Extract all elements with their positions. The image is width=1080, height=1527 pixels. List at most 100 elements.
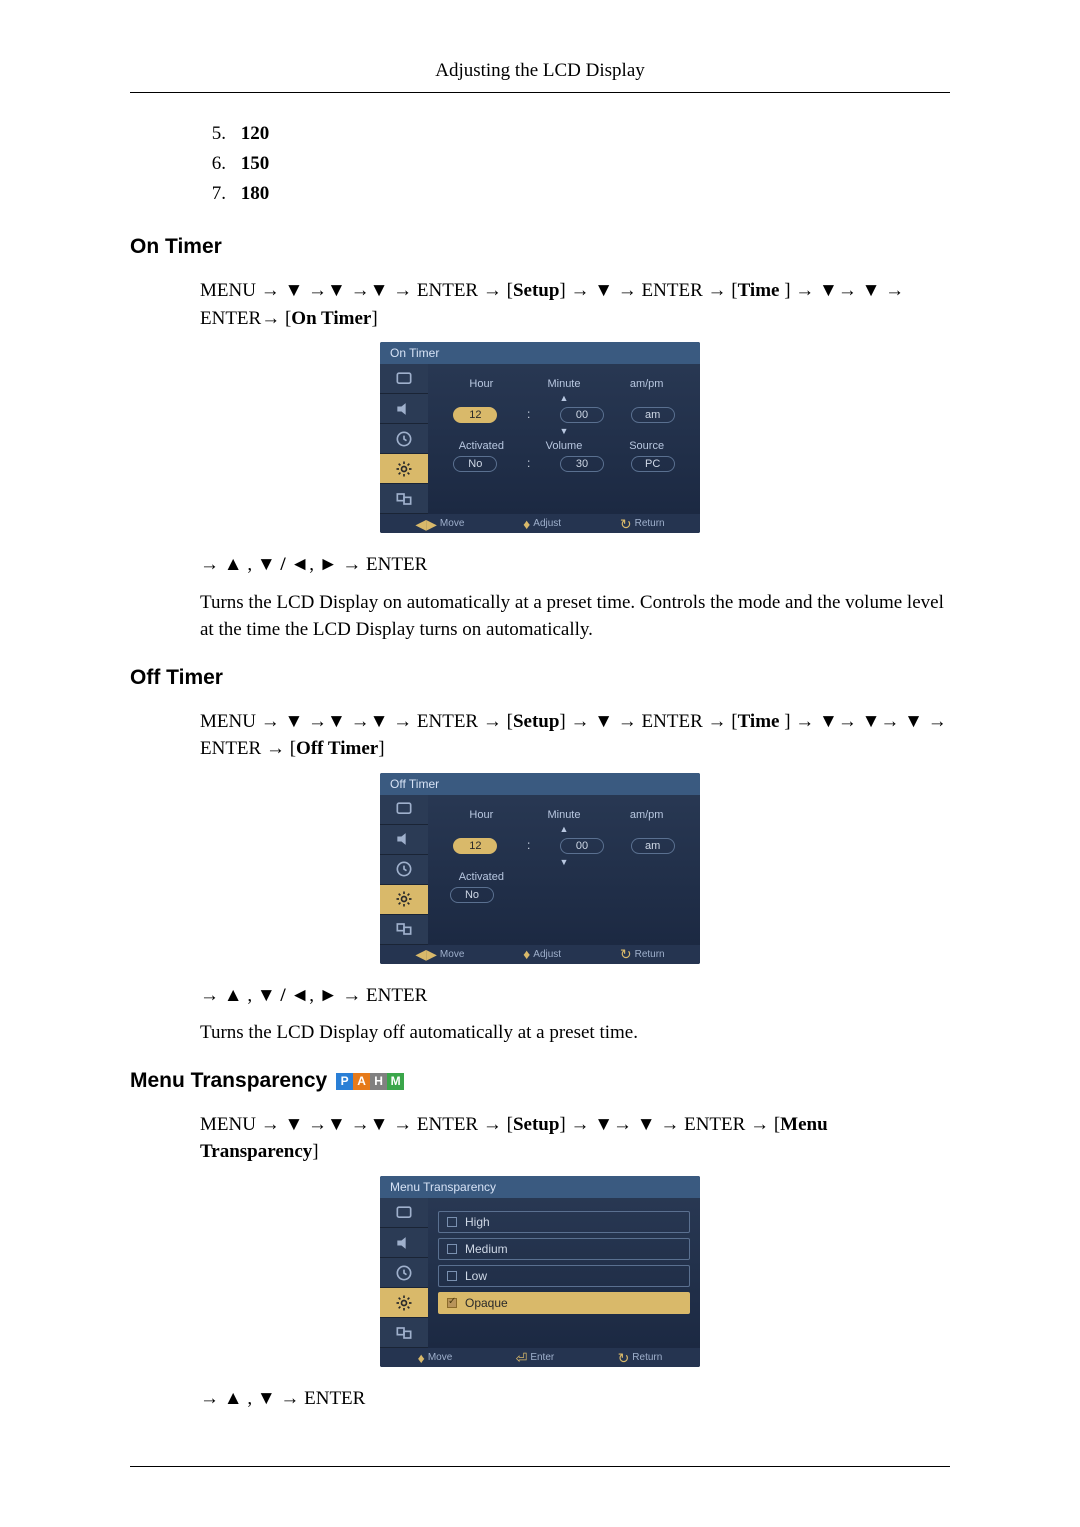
- arrow-icon: →: [613, 1114, 632, 1135]
- list-item: 7. 180: [200, 183, 950, 205]
- osd-menu-transparency-wrap: Menu Transparency High Medium Low Opaque…: [130, 1176, 950, 1373]
- footer-return: ↻ Return: [618, 1352, 663, 1363]
- nav-enter: ENTER: [366, 554, 427, 575]
- picture-icon: [380, 795, 428, 825]
- comma: ,: [247, 554, 252, 575]
- left-icon: ◄: [290, 554, 309, 575]
- slash: /: [280, 554, 285, 575]
- osd-field-minute[interactable]: 00: [560, 838, 604, 854]
- osd-field-ampm[interactable]: am: [631, 838, 675, 854]
- osd-label-minute: Minute: [534, 378, 594, 390]
- section-heading-off-timer: Off Timer: [130, 666, 950, 690]
- nav-menu: MENU: [200, 711, 256, 732]
- arrow-icon: →: [393, 1114, 412, 1135]
- nav-path-menu-transparency: MENU → ▼ →▼ →▼ → ENTER → [Setup] → ▼→ ▼ …: [200, 1111, 950, 1166]
- osd-label-source: Source: [617, 440, 677, 452]
- list-num: 7.: [200, 183, 226, 205]
- osd-on-timer: On Timer Hour Minute am/pm ▲ 12: 00: [380, 342, 700, 533]
- down-icon: ▼: [594, 711, 613, 732]
- down-arrow-icon: ▼: [440, 427, 688, 436]
- osd-sidebar: [380, 795, 428, 945]
- osd-option-opaque[interactable]: Opaque: [438, 1292, 690, 1314]
- down-arrow-icon: ▼: [440, 858, 688, 867]
- nav-target: Off Timer: [296, 738, 378, 759]
- section-heading-on-timer: On Timer: [130, 235, 950, 259]
- osd-field-ampm[interactable]: am: [631, 407, 675, 423]
- down-icon: ▼: [637, 1114, 656, 1135]
- nav-enter: ENTER: [642, 711, 703, 732]
- list-item: 6. 150: [200, 153, 950, 175]
- sound-icon: [380, 1228, 428, 1258]
- badge-h: H: [370, 1073, 387, 1090]
- osd-footer: ♦ Move ⏎ Enter ↻ Return: [380, 1348, 700, 1367]
- osd-field-source[interactable]: PC: [631, 456, 675, 472]
- arrow-icon: →: [795, 711, 814, 732]
- up-arrow-icon: ▲: [440, 825, 688, 834]
- osd-label-volume: Volume: [534, 440, 594, 452]
- time-icon: [380, 855, 428, 885]
- left-icon: ◄: [290, 985, 309, 1006]
- osd-title: On Timer: [380, 342, 700, 364]
- osd-field-volume[interactable]: 30: [560, 456, 604, 472]
- arrow-icon: →: [351, 711, 370, 732]
- osd-label-hour: Hour: [451, 378, 511, 390]
- list-value: 120: [241, 123, 270, 144]
- arrow-icon: →: [618, 280, 637, 301]
- osd-option-low[interactable]: Low: [438, 1265, 690, 1287]
- nav-enter: ENTER: [417, 711, 478, 732]
- osd-footer: ◀▶Move ♦Adjust ↻Return: [380, 514, 700, 533]
- right-icon: ►: [319, 554, 338, 575]
- up-icon: ▲: [224, 554, 243, 575]
- arrow-icon: →: [838, 711, 857, 732]
- osd-field-minute[interactable]: 00: [560, 407, 604, 423]
- multi-icon: [380, 915, 428, 945]
- arrow-icon: →: [838, 280, 857, 301]
- osd-field-hour[interactable]: 12: [453, 838, 497, 854]
- osd-option-high[interactable]: High: [438, 1211, 690, 1233]
- nav-enter: ENTER: [642, 280, 703, 301]
- down-icon: ▼: [284, 280, 303, 301]
- arrow-icon: →: [570, 280, 589, 301]
- arrow-icon: →: [885, 280, 904, 301]
- arrow-icon: →: [200, 554, 219, 575]
- osd-option-medium[interactable]: Medium: [438, 1238, 690, 1260]
- post-nav-menu-transparency: → ▲ , ▼ → ENTER: [200, 1385, 950, 1413]
- sound-icon: [380, 825, 428, 855]
- nav-menu: MENU: [200, 280, 256, 301]
- osd-field-activated[interactable]: No: [453, 456, 497, 472]
- badge-p: P: [336, 1073, 353, 1090]
- up-arrow-icon: ▲: [440, 394, 688, 403]
- nav-menu: MENU: [200, 1114, 256, 1135]
- footer-adjust: ♦Adjust: [523, 949, 561, 960]
- osd-field-hour[interactable]: 12: [453, 407, 497, 423]
- right-icon: ►: [319, 985, 338, 1006]
- nav-setup: Setup: [513, 1114, 559, 1135]
- arrow-icon: →: [200, 985, 219, 1006]
- down-icon: ▼: [370, 1114, 389, 1135]
- input-mode-badges: P A H M: [336, 1073, 404, 1090]
- arrow-icon: →: [342, 985, 361, 1006]
- list-value: 150: [241, 153, 270, 174]
- nav-enter: ENTER: [684, 1114, 745, 1135]
- nav-setup: Setup: [513, 711, 559, 732]
- nav-enter: ENTER: [366, 985, 427, 1006]
- osd-label-activated: Activated: [451, 871, 511, 883]
- post-nav-on-timer: → ▲ , ▼ / ◄, ► → ENTER: [200, 551, 950, 579]
- down-icon: ▼: [594, 280, 613, 301]
- arrow-icon: →: [308, 1114, 327, 1135]
- arrow-icon: →: [280, 1388, 299, 1409]
- arrow-icon: →: [351, 1114, 370, 1135]
- down-icon: ▼: [284, 711, 303, 732]
- arrow-icon: →: [570, 711, 589, 732]
- nav-enter: ENTER: [417, 1114, 478, 1135]
- arrow-icon: →: [708, 711, 727, 732]
- down-icon: ▼: [257, 1388, 276, 1409]
- page-title: Adjusting the LCD Display: [435, 60, 645, 81]
- osd-field-activated[interactable]: No: [450, 887, 494, 903]
- comma: ,: [309, 554, 314, 575]
- settings-icon: [380, 1288, 428, 1318]
- heading-text: Menu Transparency: [130, 1069, 327, 1092]
- down-icon: ▼: [284, 1114, 303, 1135]
- comma: ,: [247, 985, 252, 1006]
- osd-label-activated: Activated: [451, 440, 511, 452]
